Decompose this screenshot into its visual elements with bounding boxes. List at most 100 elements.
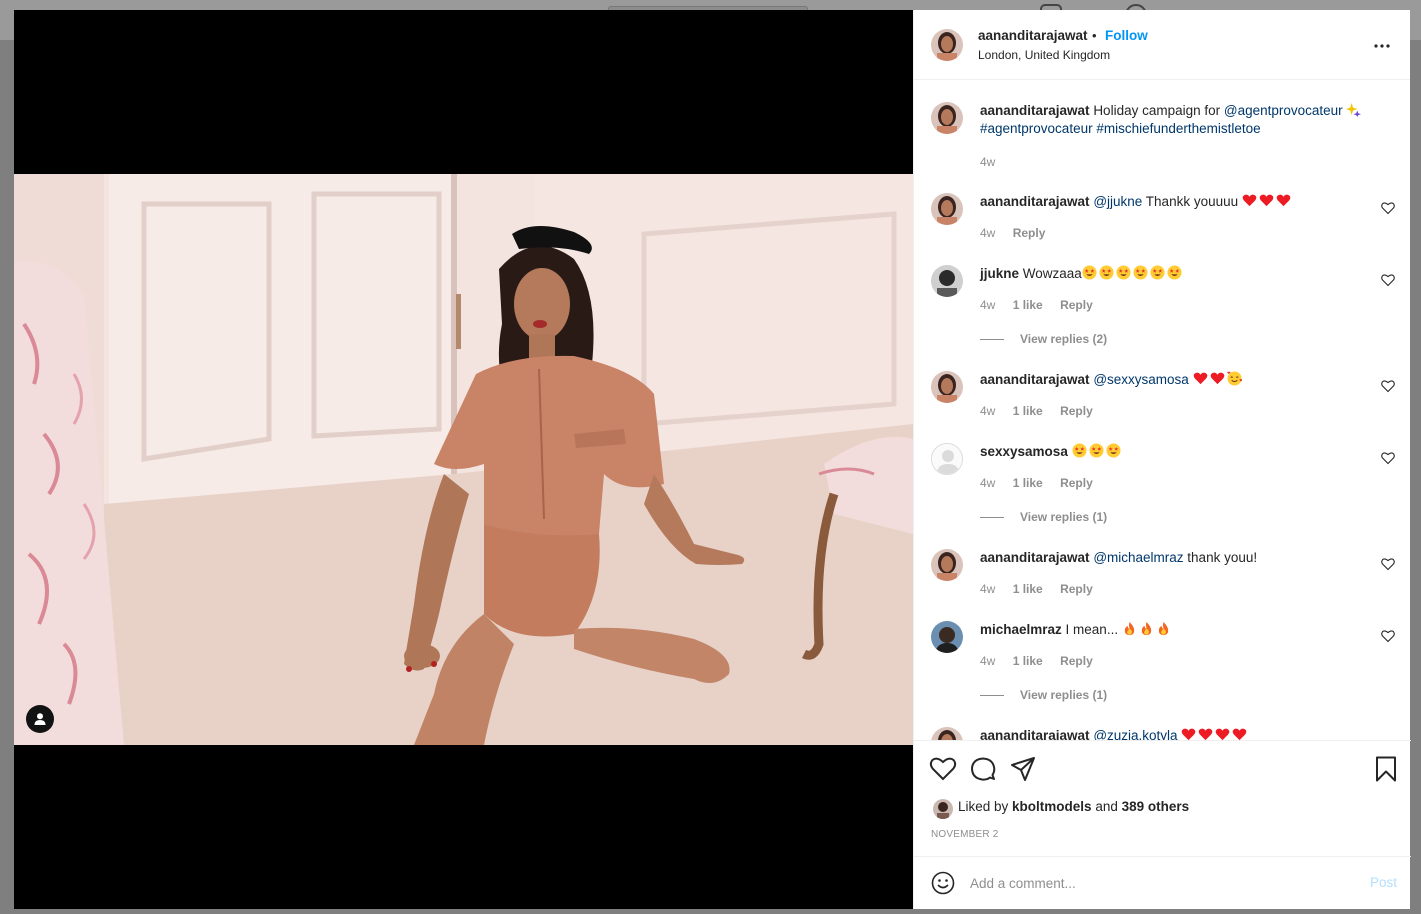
reply-button[interactable]: Reply	[1013, 226, 1046, 240]
comment-likes[interactable]: 1 like	[1013, 476, 1043, 490]
comment-likes[interactable]: 1 like	[1013, 404, 1043, 418]
bookmark-icon[interactable]	[1372, 755, 1400, 783]
comment-mention[interactable]: @jjukne	[1093, 194, 1142, 209]
comment-time[interactable]: 4w	[980, 654, 995, 668]
post-date[interactable]: NOVEMBER 2	[931, 829, 999, 840]
comment-text: sexxysamosa	[980, 443, 1375, 461]
caption-username[interactable]: aananditarajawat	[980, 103, 1090, 118]
likes-others-button[interactable]: 389 others	[1122, 799, 1190, 814]
post-header: aananditarajawat • Follow London, United…	[914, 10, 1410, 80]
likes-summary: Liked by kboltmodels and 389 others	[958, 799, 1189, 814]
comment-time[interactable]: 4w	[980, 298, 995, 312]
reply-button[interactable]: Reply	[1060, 404, 1093, 418]
caption-mention[interactable]: @agentprovocateur	[1224, 103, 1343, 118]
comment-username[interactable]: aananditarajawat	[980, 372, 1090, 387]
comment-mention[interactable]: @michaelmraz	[1093, 550, 1183, 565]
comment-input[interactable]	[970, 871, 1350, 895]
comment-meta: 4w 1 like Reply	[980, 582, 1107, 596]
liker-avatar[interactable]	[933, 799, 953, 819]
avatar[interactable]	[931, 443, 963, 475]
avatar[interactable]	[931, 727, 963, 740]
comment-likes[interactable]: 1 like	[1013, 298, 1043, 312]
replies-divider	[980, 695, 1004, 697]
comment-username[interactable]: sexxysamosa	[980, 444, 1068, 459]
comment-text: aananditarajawat @michaelmraz thank youu…	[980, 549, 1375, 567]
comment-meta: 4w Reply	[980, 226, 1059, 240]
post-comment-button[interactable]: Post	[1370, 875, 1397, 890]
comment-username[interactable]: aananditarajawat	[980, 194, 1090, 209]
comment-likes[interactable]: 1 like	[1013, 654, 1043, 668]
comment-meta: 4w 1 like Reply	[980, 298, 1107, 312]
list-item: jjukne Wowzaaa 4w 1 like Reply View repl…	[914, 265, 1411, 355]
comment-time[interactable]: 4w	[980, 404, 995, 418]
comment-username[interactable]: aananditarajawat	[980, 550, 1090, 565]
comment-mention[interactable]: @sexxysamosa	[1093, 372, 1188, 387]
comment-username[interactable]: michaelmraz	[980, 622, 1062, 637]
user-tags-button[interactable]	[26, 705, 54, 733]
replies-divider	[980, 339, 1004, 341]
avatar[interactable]	[931, 102, 963, 134]
fire-emoji-icon	[1158, 621, 1169, 636]
heart-emoji-icon	[1259, 194, 1274, 207]
likes-prefix: Liked by	[958, 799, 1013, 814]
heart-outline-icon[interactable]	[1381, 451, 1395, 465]
heart-emoji-icon	[1216, 728, 1230, 740]
avatar[interactable]	[931, 265, 963, 297]
liker-username[interactable]: kboltmodels	[1012, 799, 1092, 814]
heart-outline-icon[interactable]	[929, 755, 957, 783]
reply-button[interactable]: Reply	[1060, 654, 1093, 668]
reply-button[interactable]: Reply	[1060, 582, 1093, 596]
star-eyes-emoji-icon	[1150, 265, 1165, 280]
likes-middle: and	[1091, 799, 1122, 814]
view-replies-button[interactable]: View replies (1)	[980, 510, 1107, 524]
avatar[interactable]	[931, 549, 963, 581]
comment-time[interactable]: 4w	[980, 582, 995, 596]
reply-button[interactable]: Reply	[1060, 476, 1093, 490]
comment-likes[interactable]: 1 like	[1013, 582, 1043, 596]
post-photo[interactable]	[14, 174, 913, 745]
heart-outline-icon[interactable]	[1381, 273, 1395, 287]
comment-time[interactable]: 4w	[980, 476, 995, 490]
follow-button[interactable]: Follow	[1105, 28, 1148, 43]
heart-outline-icon[interactable]	[1381, 379, 1395, 393]
separator-dot: •	[1092, 28, 1097, 43]
view-replies-button[interactable]: View replies (1)	[980, 688, 1107, 702]
heart-emoji-icon	[1193, 372, 1207, 385]
post-location[interactable]: London, United Kingdom	[978, 48, 1110, 62]
heart-outline-icon[interactable]	[1381, 201, 1395, 215]
heart-outline-icon[interactable]	[1381, 629, 1395, 643]
comment-icon[interactable]	[969, 755, 997, 783]
post-side-panel: aananditarajawat • Follow London, United…	[913, 10, 1411, 909]
comment-username[interactable]: aananditarajawat	[980, 728, 1090, 740]
post-media	[14, 10, 913, 909]
smiley-icon[interactable]	[931, 871, 955, 895]
more-options-button[interactable]	[1372, 36, 1392, 56]
heart-emoji-icon	[1182, 728, 1196, 740]
heart-emoji-icon	[1233, 728, 1247, 740]
caption-meta: 4w	[980, 155, 1009, 169]
fire-emoji-icon	[1141, 621, 1152, 636]
avatar[interactable]	[931, 193, 963, 225]
list-item: aananditarajawat @sexxysamosa 4w 1 like …	[914, 371, 1411, 431]
avatar[interactable]	[931, 371, 963, 403]
replies-divider	[980, 517, 1004, 519]
comment-mention[interactable]: @zuzia.kotyla	[1093, 728, 1177, 740]
comment-username[interactable]: jjukne	[980, 266, 1019, 281]
heart-outline-icon[interactable]	[1381, 557, 1395, 571]
caption-time[interactable]: 4w	[980, 155, 995, 169]
list-item: aananditarajawat @zuzia.kotyla	[914, 727, 1411, 740]
avatar[interactable]	[931, 29, 963, 61]
share-icon[interactable]	[1009, 755, 1037, 783]
post-author-username[interactable]: aananditarajawat	[978, 28, 1088, 43]
caption-hashtags[interactable]: #agentprovocateur #mischiefunderthemistl…	[980, 121, 1261, 136]
heart-emoji-icon	[1242, 194, 1257, 207]
view-replies-button[interactable]: View replies (2)	[980, 332, 1107, 346]
add-comment-bar: Post	[914, 856, 1411, 909]
comments-list[interactable]: aananditarajawat Holiday campaign for @a…	[914, 81, 1411, 740]
reply-button[interactable]: Reply	[1060, 298, 1093, 312]
comment-text: michaelmraz I mean...	[980, 621, 1375, 639]
star-eyes-emoji-icon	[1133, 265, 1148, 280]
comment-time[interactable]: 4w	[980, 226, 995, 240]
avatar[interactable]	[931, 621, 963, 653]
comment-text: jjukne Wowzaaa	[980, 265, 1375, 283]
